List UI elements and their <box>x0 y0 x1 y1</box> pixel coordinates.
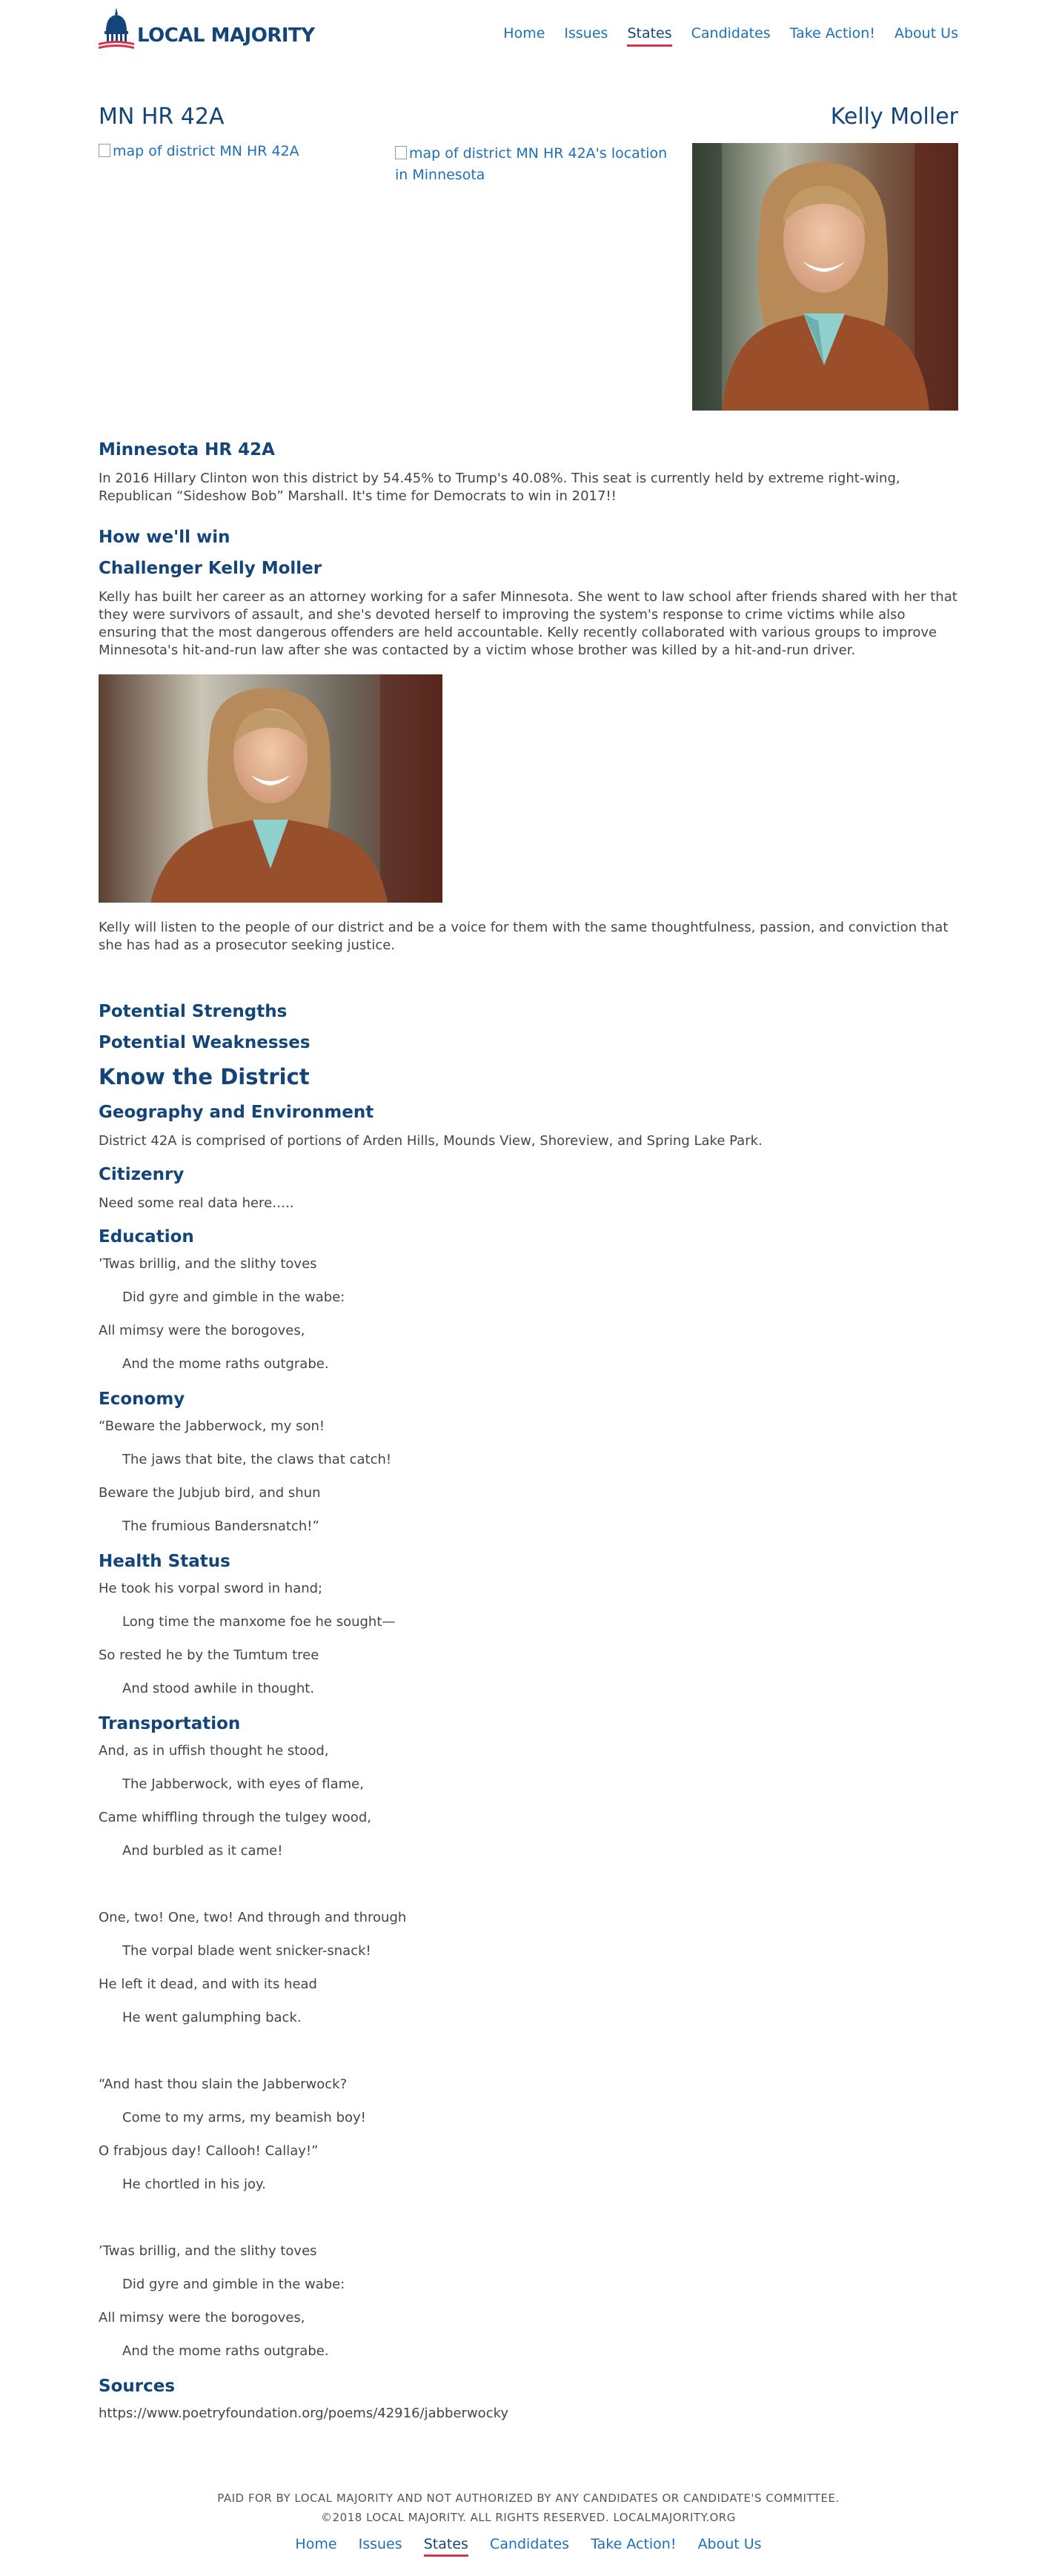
poem-line: ’Twas brillig, and the slithy toves <box>99 2243 317 2259</box>
logo-text: LOCAL MAJORITY <box>137 24 315 47</box>
footer-nav-home[interactable]: Home <box>295 2536 336 2555</box>
geography-text: District 42A is comprised of portions of… <box>99 1133 763 1149</box>
candidate-photo-secondary <box>99 674 442 903</box>
poem-line: All mimsy were the borogoves, <box>99 1323 305 1338</box>
poem-line: He left it dead, and with its head <box>99 1976 317 1992</box>
logo[interactable]: LOCAL MAJORITY <box>99 6 315 50</box>
economy-text: “Beware the Jabberwock, my son! The jaws… <box>99 1418 958 1536</box>
footer-nav: Home Issues States Candidates Take Actio… <box>99 2536 958 2557</box>
poem-line: And, as in uffish thought he stood, <box>99 1743 329 1759</box>
weaknesses-heading: Potential Weaknesses <box>99 1033 311 1052</box>
capitol-dome-icon <box>99 7 134 49</box>
district-intro: In 2016 Hillary Clinton won this distric… <box>99 471 900 504</box>
poem-line: And stood awhile in thought. <box>122 1681 315 1696</box>
challenger-bio: Kelly has built her career as an attorne… <box>99 589 957 658</box>
district-map-alt: map of district MN HR 42A <box>113 143 299 159</box>
citizenry-heading: Citizenry <box>99 1165 185 1184</box>
nav-about-us[interactable]: About Us <box>894 25 958 47</box>
poem-line: And burbled as it came! <box>122 1843 283 1859</box>
poem-line: ’Twas brillig, and the slithy toves <box>99 1256 317 1272</box>
poem-line: Did gyre and gimble in the wabe: <box>122 1289 345 1305</box>
district-location-map-alt: map of district MN HR 42A's location in … <box>395 145 668 183</box>
broken-image-icon <box>395 146 407 159</box>
broken-image-icon <box>99 144 110 157</box>
poem-line: And the mome raths outgrabe. <box>122 2343 329 2359</box>
poem-line: The frumious Bandersnatch!” <box>122 1518 319 1534</box>
poem-line: O frabjous day! Callooh! Callay!” <box>99 2143 319 2159</box>
economy-heading: Economy <box>99 1390 185 1409</box>
strengths-heading: Potential Strengths <box>99 1002 288 1021</box>
footer-nav-take-action[interactable]: Take Action! <box>591 2536 676 2555</box>
poem-line: All mimsy were the borogoves, <box>99 2310 305 2326</box>
listen-text: Kelly will listen to the people of our d… <box>99 920 949 953</box>
poem-line: Beware the Jubjub bird, and shun <box>99 1485 321 1501</box>
district-title: MN HR 42A <box>99 104 225 130</box>
poem-line: Long time the manxome foe he sought— <box>122 1614 396 1630</box>
citizenry-text: Need some real data here….. <box>99 1195 294 1211</box>
poem-line: “Beware the Jabberwock, my son! <box>99 1418 325 1434</box>
transportation-text: And, as in uffish thought he stood, The … <box>99 1742 958 2360</box>
know-district-heading: Know the District <box>99 1064 310 1089</box>
nav-candidates[interactable]: Candidates <box>691 25 771 47</box>
education-heading: Education <box>99 1227 194 1246</box>
poem-line: “And hast thou slain the Jabberwock? <box>99 2077 348 2092</box>
poem-line: He took his vorpal sword in hand; <box>99 1581 323 1596</box>
nav-take-action[interactable]: Take Action! <box>790 25 875 47</box>
footer-nav-states[interactable]: States <box>423 2536 468 2557</box>
footer-nav-about-us[interactable]: About Us <box>698 2536 762 2555</box>
poem-line: The Jabberwock, with eyes of flame, <box>122 1776 364 1792</box>
candidate-photo <box>692 143 958 411</box>
copyright: ©2018 LOCAL MAJORITY. ALL RIGHTS RESERVE… <box>321 2511 736 2524</box>
poem-line: One, two! One, two! And through and thro… <box>99 1910 407 1925</box>
geography-heading: Geography and Environment <box>99 1103 374 1122</box>
source-url: https://www.poetryfoundation.org/poems/4… <box>99 2406 509 2421</box>
district-map-image: map of district MN HR 42A <box>99 143 380 159</box>
site-header: LOCAL MAJORITY Home Issues States Candid… <box>99 0 958 71</box>
footer-nav-candidates[interactable]: Candidates <box>490 2536 569 2555</box>
poem-line: Come to my arms, my beamish boy! <box>122 2110 366 2125</box>
nav-states[interactable]: States <box>627 25 672 47</box>
district-location-map-image: map of district MN HR 42A's location in … <box>395 143 677 186</box>
site-footer: PAID FOR BY LOCAL MAJORITY AND NOT AUTHO… <box>99 2489 958 2557</box>
candidate-name: Kelly Moller <box>830 104 958 130</box>
nav-issues[interactable]: Issues <box>564 25 608 47</box>
poem-line: And the mome raths outgrabe. <box>122 1356 329 1372</box>
paid-for-disclaimer: PAID FOR BY LOCAL MAJORITY AND NOT AUTHO… <box>217 2492 840 2505</box>
footer-nav-issues[interactable]: Issues <box>359 2536 402 2555</box>
challenger-heading: Challenger Kelly Moller <box>99 559 322 578</box>
poem-line: He chortled in his joy. <box>122 2177 266 2192</box>
poem-line: Came whiffling through the tulgey wood, <box>99 1810 371 1825</box>
main-nav: Home Issues States Candidates Take Actio… <box>484 25 958 47</box>
health-text: He took his vorpal sword in hand; Long t… <box>99 1580 958 1698</box>
poem-line: The vorpal blade went snicker-snack! <box>122 1943 371 1959</box>
sources-heading: Sources <box>99 2377 176 2396</box>
main-content: Minnesota HR 42A In 2016 Hillary Clinton… <box>99 440 958 2423</box>
health-heading: Health Status <box>99 1552 230 1571</box>
how-we-win-heading: How we'll win <box>99 528 230 547</box>
nav-home[interactable]: Home <box>503 25 545 47</box>
education-text: ’Twas brillig, and the slithy toves Did … <box>99 1255 958 1373</box>
poem-line: He went galumphing back. <box>122 2010 302 2025</box>
poem-line: The jaws that bite, the claws that catch… <box>122 1452 392 1467</box>
transportation-heading: Transportation <box>99 1714 241 1733</box>
poem-line: Did gyre and gimble in the wabe: <box>122 2277 345 2292</box>
poem-line: So rested he by the Tumtum tree <box>99 1647 319 1663</box>
district-heading: Minnesota HR 42A <box>99 440 275 459</box>
